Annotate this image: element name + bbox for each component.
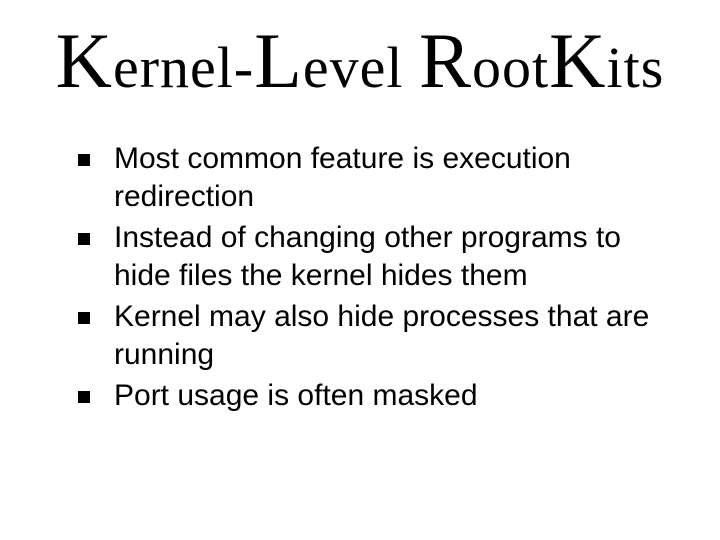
slide: Kernel-Level RootKits Most common featur… [0,0,720,540]
title-frag-evel: evel [303,35,419,100]
title-cap-r: R [419,17,472,104]
title-frag-ernel: ernel [113,35,234,100]
title-frag-oot: oot [472,35,549,100]
list-item: Most common feature is execution redirec… [78,140,660,215]
bullet-icon [78,154,90,166]
title-cap-k1: K [56,17,113,104]
bullet-list: Most common feature is execution redirec… [78,140,660,419]
bullet-icon [78,312,90,324]
list-item: Instead of changing other programs to hi… [78,219,660,294]
bullet-icon [78,391,90,403]
title-cap-k2: K [549,17,606,104]
bullet-text: Most common feature is execution redirec… [114,140,660,215]
bullet-text: Port usage is often masked [114,377,478,415]
title-cap-l: L [254,17,303,104]
bullet-icon [78,233,90,245]
slide-title: Kernel-Level RootKits [0,20,720,102]
bullet-text: Instead of changing other programs to hi… [114,219,660,294]
list-item: Port usage is often masked [78,377,660,415]
bullet-text: Kernel may also hide processes that are … [114,298,660,373]
title-frag-its: its [607,35,665,100]
list-item: Kernel may also hide processes that are … [78,298,660,373]
title-sep: - [234,35,254,100]
